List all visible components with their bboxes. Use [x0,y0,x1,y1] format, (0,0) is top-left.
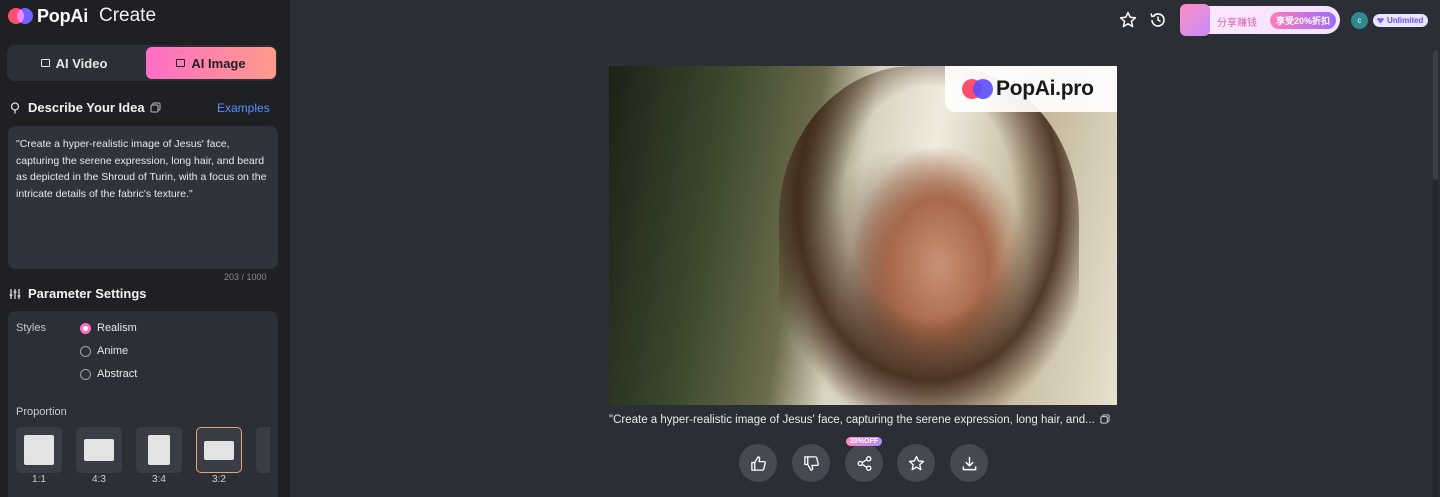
thumbs-up-icon [750,455,766,471]
avatar[interactable]: c [1351,12,1368,29]
popai-logo-icon [962,78,994,100]
ratio-label: 4:3 [92,474,106,485]
ratio-option-3-4[interactable] [136,427,182,473]
tab-label: AI Video [55,55,108,71]
portrait-ratio-icon [148,435,170,465]
ratio-option-3-2[interactable] [196,427,242,473]
parameter-panel: Styles Realism Anime Abstract Proportion… [8,311,278,497]
dislike-button[interactable] [792,444,830,482]
copy-icon[interactable] [1100,414,1110,424]
ratio-option-4-3[interactable] [76,427,122,473]
ratio-option-1-1[interactable] [16,427,62,473]
logo-text: PopAi [37,5,88,26]
ratio-label: 3:4 [152,474,166,485]
sliders-icon [9,288,21,299]
prompt-textarea[interactable]: "Create a hyper-realistic image of Jesus… [8,126,278,269]
app-logo[interactable]: PopAi Create [8,5,156,27]
promo-text: 分享赚钱 [1217,18,1257,29]
plan-label: Unlimited [1387,16,1424,25]
ratio-option-more[interactable] [256,427,270,473]
image-icon [176,59,186,67]
style-radio-anime[interactable]: Anime [80,345,128,357]
share-icon [857,455,871,471]
proportion-label: Proportion [16,406,67,418]
styles-label: Styles [16,322,46,334]
watermark: PopAi.pro [945,66,1117,112]
char-counter: 203 / 1000 [224,272,267,282]
tab-ai-image[interactable]: AI Image [146,47,276,79]
promo-badge: 享受20%折扣 [1270,12,1337,29]
ratio-label: 1:1 [32,474,46,485]
tab-ai-video[interactable]: AI Video [9,47,139,79]
history-icon[interactable] [1149,11,1167,29]
video-icon [40,59,50,67]
generated-image[interactable]: PopAi.pro [609,66,1117,405]
sidebar: PopAi Create AI Video AI Image Describe … [0,0,290,497]
download-button[interactable] [950,444,988,482]
watermark-text: PopAi.pro [996,77,1094,100]
diamond-icon [1377,17,1384,24]
share-discount-badge: 20%OFF [846,437,883,446]
style-radio-realism[interactable]: Realism [80,322,137,334]
image-caption: "Create a hyper-realistic image of Jesus… [609,414,1119,426]
radio-icon [80,345,91,357]
style-label: Realism [97,322,137,334]
scrollbar-thumb[interactable] [1433,50,1438,180]
wide-ratio-icon [204,440,234,460]
page-title: Create [99,5,157,26]
describe-heading: Describe Your Idea [9,100,161,115]
tab-label: AI Image [191,55,246,71]
promo-banner[interactable]: 分享赚钱 享受20%折扣 [1180,4,1340,36]
download-icon [962,456,976,470]
square-ratio-icon [24,435,54,465]
star-icon [908,455,924,470]
parameter-title: Parameter Settings [28,286,147,301]
mode-tabs: AI Video AI Image [7,45,277,81]
landscape-ratio-icon [84,439,114,461]
share-button[interactable] [845,444,883,482]
caption-text: "Create a hyper-realistic image of Jesus… [609,414,1095,426]
radio-icon [80,368,91,380]
thumbs-down-icon [803,455,819,471]
gift-icon [1180,4,1210,36]
like-button[interactable] [739,444,777,482]
parameter-heading: Parameter Settings [9,286,147,301]
describe-title: Describe Your Idea [28,100,145,115]
lightbulb-icon [10,101,20,113]
favorite-button[interactable] [897,444,935,482]
style-label: Abstract [97,368,138,380]
ratio-label: 3:2 [212,474,226,485]
image-content [779,66,1079,405]
radio-selected-icon [80,322,91,334]
popai-logo-icon [8,7,36,25]
favorites-star-icon[interactable] [1119,11,1137,29]
examples-link[interactable]: Examples [217,101,270,115]
copy-icon[interactable] [150,102,161,113]
style-label: Anime [97,345,129,357]
plan-badge[interactable]: Unlimited [1373,14,1429,27]
style-radio-abstract[interactable]: Abstract [80,368,137,380]
